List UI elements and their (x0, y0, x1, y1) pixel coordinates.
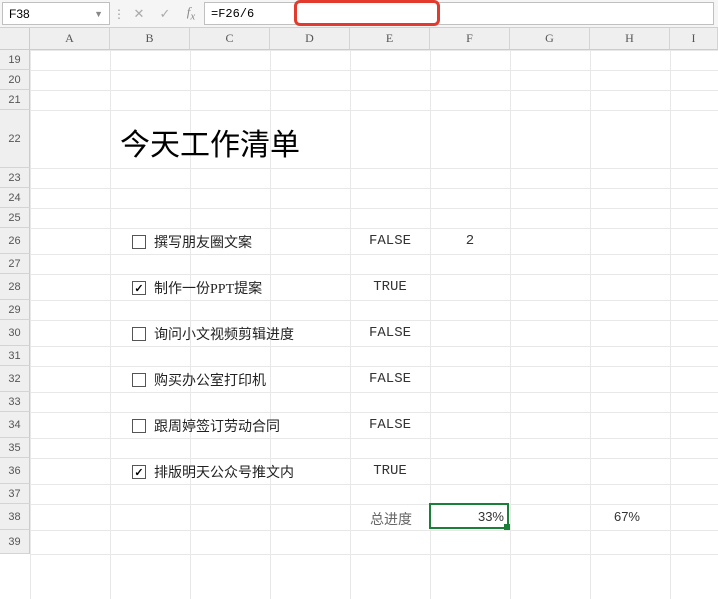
row-header-25[interactable]: 25 (0, 208, 30, 228)
grid[interactable]: 今天工作清单撰写朋友圈文案FALSE2制作一份PPT提案TRUE询问小文视频剪辑… (30, 50, 718, 599)
todo-extra: 2 (430, 233, 510, 249)
cell-reference: F38 (9, 7, 30, 21)
row-header-24[interactable]: 24 (0, 188, 30, 208)
formula-bar: F38 ▼ ⋮ ✕ ✓ fx =F26/6 (0, 0, 718, 28)
col-header-B[interactable]: B (110, 28, 190, 50)
column-headers: ABCDEFGHI (30, 28, 718, 50)
row-header-27[interactable]: 27 (0, 254, 30, 274)
row-header-31[interactable]: 31 (0, 346, 30, 366)
row-header-36[interactable]: 36 (0, 458, 30, 484)
col-header-D[interactable]: D (270, 28, 350, 50)
sheet-area: ABCDEFGHI 192021222324252627282930313233… (0, 28, 718, 599)
todo-value: FALSE (350, 325, 430, 341)
checkbox[interactable] (132, 465, 146, 479)
checkbox[interactable] (132, 235, 146, 249)
formula-text: =F26/6 (211, 7, 254, 21)
formula-input[interactable]: =F26/6 (204, 2, 714, 25)
todo-row: 制作一份PPT提案 (132, 278, 262, 298)
row-headers: 1920212223242526272829303132333435363738… (0, 50, 30, 554)
todo-label: 跟周婷签订劳动合同 (154, 416, 280, 436)
col-header-F[interactable]: F (430, 28, 510, 50)
todo-row: 询问小文视频剪辑进度 (132, 324, 294, 344)
summary-label: 总进度 (370, 509, 412, 529)
todo-value: FALSE (350, 233, 430, 249)
row-header-35[interactable]: 35 (0, 438, 30, 458)
row-header-39[interactable]: 39 (0, 530, 30, 554)
todo-value: TRUE (350, 279, 430, 295)
select-all-corner[interactable] (0, 28, 30, 50)
todo-value: TRUE (350, 463, 430, 479)
todo-label: 询问小文视频剪辑进度 (154, 324, 294, 344)
page-title: 今天工作清单 (120, 120, 300, 164)
todo-value: FALSE (350, 371, 430, 387)
checkbox[interactable] (132, 419, 146, 433)
col-header-I[interactable]: I (670, 28, 718, 50)
row-header-34[interactable]: 34 (0, 412, 30, 438)
accept-formula-icon[interactable]: ✓ (152, 0, 178, 27)
cancel-formula-icon[interactable]: ✕ (126, 0, 152, 27)
name-box-dropdown-icon[interactable]: ▼ (94, 9, 103, 19)
row-header-19[interactable]: 19 (0, 50, 30, 70)
row-header-22[interactable]: 22 (0, 110, 30, 168)
row-header-29[interactable]: 29 (0, 300, 30, 320)
todo-label: 撰写朋友圈文案 (154, 232, 252, 252)
checkbox[interactable] (132, 373, 146, 387)
row-header-37[interactable]: 37 (0, 484, 30, 504)
todo-label: 购买办公室打印机 (154, 370, 266, 390)
row-header-28[interactable]: 28 (0, 274, 30, 300)
row-header-20[interactable]: 20 (0, 70, 30, 90)
row-header-32[interactable]: 32 (0, 366, 30, 392)
fx-icon[interactable]: fx (178, 0, 204, 27)
name-box[interactable]: F38 ▼ (2, 2, 110, 25)
col-header-H[interactable]: H (590, 28, 670, 50)
checkbox[interactable] (132, 281, 146, 295)
todo-row: 跟周婷签订劳动合同 (132, 416, 280, 436)
todo-value: FALSE (350, 417, 430, 433)
row-header-38[interactable]: 38 (0, 504, 30, 530)
todo-label: 排版明天公众号推文内 (154, 462, 294, 482)
progress-pct-h: 67% (580, 509, 640, 524)
col-header-G[interactable]: G (510, 28, 590, 50)
row-header-26[interactable]: 26 (0, 228, 30, 254)
checkbox[interactable] (132, 327, 146, 341)
separator-dots-icon: ⋮ (112, 0, 126, 27)
row-header-33[interactable]: 33 (0, 392, 30, 412)
col-header-C[interactable]: C (190, 28, 270, 50)
col-header-E[interactable]: E (350, 28, 430, 50)
todo-row: 撰写朋友圈文案 (132, 232, 252, 252)
row-header-21[interactable]: 21 (0, 90, 30, 110)
todo-label: 制作一份PPT提案 (154, 278, 262, 298)
todo-row: 排版明天公众号推文内 (132, 462, 294, 482)
active-cell-outline (429, 503, 509, 529)
col-header-A[interactable]: A (30, 28, 110, 50)
todo-row: 购买办公室打印机 (132, 370, 266, 390)
row-header-30[interactable]: 30 (0, 320, 30, 346)
row-header-23[interactable]: 23 (0, 168, 30, 188)
